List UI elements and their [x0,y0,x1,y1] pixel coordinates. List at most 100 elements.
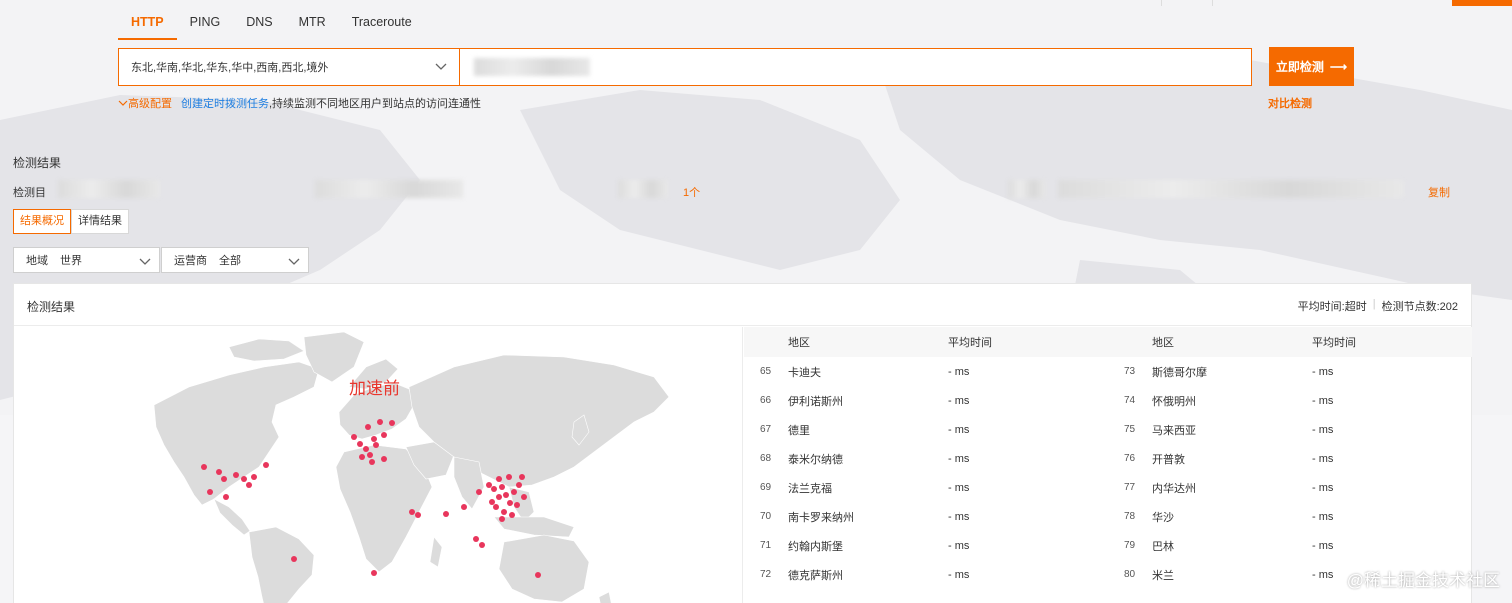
top-user-button[interactable] [1452,0,1512,6]
node-marker[interactable] [506,474,512,480]
table-row: 66 伊利诺斯州 - ms 74 怀俄明州 - ms [744,386,1472,415]
node-marker[interactable] [357,441,363,447]
row-region: 南卡罗来纳州 [788,511,854,524]
row-region: 德克萨斯州 [788,569,843,582]
row-index: 78 [1124,511,1136,522]
row-time: - ms [948,481,970,494]
node-marker[interactable] [489,499,495,505]
node-marker[interactable] [251,474,257,480]
top-bar: HTTP PING DNS MTR Traceroute [0,0,1512,40]
node-marker[interactable] [377,419,383,425]
node-marker[interactable] [291,556,297,562]
node-marker[interactable] [521,494,527,500]
region-select[interactable]: 东北,华南,华北,华东,华中,西南,西北,境外 [118,48,459,86]
node-marker[interactable] [501,509,507,515]
panel-header: 检测结果 平均时间:超时 | 检测节点数:202 [14,284,1471,326]
top-divider [1161,0,1162,6]
node-marker[interactable] [246,482,252,488]
node-marker[interactable] [216,469,222,475]
node-marker[interactable] [476,489,482,495]
header-region: 地区 [788,337,810,349]
node-marker[interactable] [473,536,479,542]
node-marker[interactable] [514,502,520,508]
tab-mtr[interactable]: MTR [286,0,339,40]
node-marker[interactable] [359,454,365,460]
tab-dns[interactable]: DNS [233,0,285,40]
node-marker[interactable] [535,572,541,578]
redacted-ip [315,180,463,198]
node-marker[interactable] [221,476,227,482]
row-region: 法兰克福 [788,482,832,495]
node-marker[interactable] [373,442,379,448]
target-label: 检测目 [13,187,46,199]
advanced-row: 高级配置 创建定时拨测任务 ,持续监测不同地区用户到站点的访问连通性 [118,95,481,111]
node-marker[interactable] [507,500,513,506]
row-index: 80 [1124,569,1136,580]
tab-result-overview[interactable]: 结果概况 [13,209,71,234]
create-task-link[interactable]: 创建定时拨测任务 [181,95,269,111]
node-marker[interactable] [443,511,449,517]
node-marker[interactable] [491,486,497,492]
node-marker[interactable] [409,509,415,515]
node-marker[interactable] [371,436,377,442]
node-marker[interactable] [201,464,207,470]
node-marker[interactable] [367,452,373,458]
node-marker[interactable] [503,492,509,498]
avg-time-stat: 平均时间:超时 [1297,301,1367,313]
advanced-config-link[interactable]: 高级配置 [118,95,172,111]
row-region: 怀俄明州 [1152,395,1196,408]
node-marker[interactable] [369,459,375,465]
compare-detect-link[interactable]: 对比检测 [1268,95,1312,111]
region-filter[interactable]: 地域 世界 [13,247,160,273]
tab-http[interactable]: HTTP [118,0,177,40]
node-marker[interactable] [493,504,499,510]
node-marker[interactable] [509,512,515,518]
node-marker[interactable] [511,489,517,495]
node-marker[interactable] [496,494,502,500]
row-region: 德里 [788,424,810,437]
tab-traceroute[interactable]: Traceroute [339,0,425,40]
node-marker[interactable] [263,462,269,468]
isp-filter-label: 运营商 [174,255,207,267]
tab-ping[interactable]: PING [177,0,234,40]
node-count: 1个 [683,187,701,199]
row-index: 76 [1124,453,1136,464]
world-map [153,331,670,603]
node-marker[interactable] [519,474,525,480]
row-region: 米兰 [1152,569,1174,582]
row-time: - ms [1312,394,1334,407]
node-marker[interactable] [223,494,229,500]
chevron-down-icon [435,63,447,70]
row-index: 69 [760,482,772,493]
node-marker[interactable] [479,542,485,548]
node-marker[interactable] [516,482,522,488]
node-marker[interactable] [371,570,377,576]
node-total-stat: 检测节点数:202 [1381,301,1458,313]
copy-link[interactable]: 复制 [1428,184,1450,200]
node-marker[interactable] [381,432,387,438]
isp-filter[interactable]: 运营商 全部 [161,247,309,273]
detect-now-button[interactable]: 立即检测 ⟶ [1269,47,1354,86]
result-section-title: 检测结果 [13,156,62,170]
chevron-down-icon [118,100,128,106]
chevron-down-icon [288,258,300,265]
node-marker[interactable] [381,456,387,462]
node-marker[interactable] [499,484,505,490]
node-marker[interactable] [499,516,505,522]
node-marker[interactable] [389,420,395,426]
region-select-value: 东北,华南,华北,华东,华中,西南,西北,境外 [131,62,329,74]
node-marker[interactable] [461,504,467,510]
node-marker[interactable] [351,434,357,440]
node-marker[interactable] [207,489,213,495]
node-marker[interactable] [365,424,371,430]
node-marker[interactable] [496,476,502,482]
node-marker[interactable] [486,482,492,488]
tab-result-detail[interactable]: 详情结果 [71,209,129,234]
node-marker[interactable] [415,512,421,518]
node-marker[interactable] [241,476,247,482]
top-divider [1212,0,1213,6]
panel-title: 检测结果 [27,300,76,314]
table-row: 70 南卡罗来纳州 - ms 78 华沙 - ms [744,502,1472,531]
node-marker[interactable] [363,446,369,452]
node-marker[interactable] [233,472,239,478]
